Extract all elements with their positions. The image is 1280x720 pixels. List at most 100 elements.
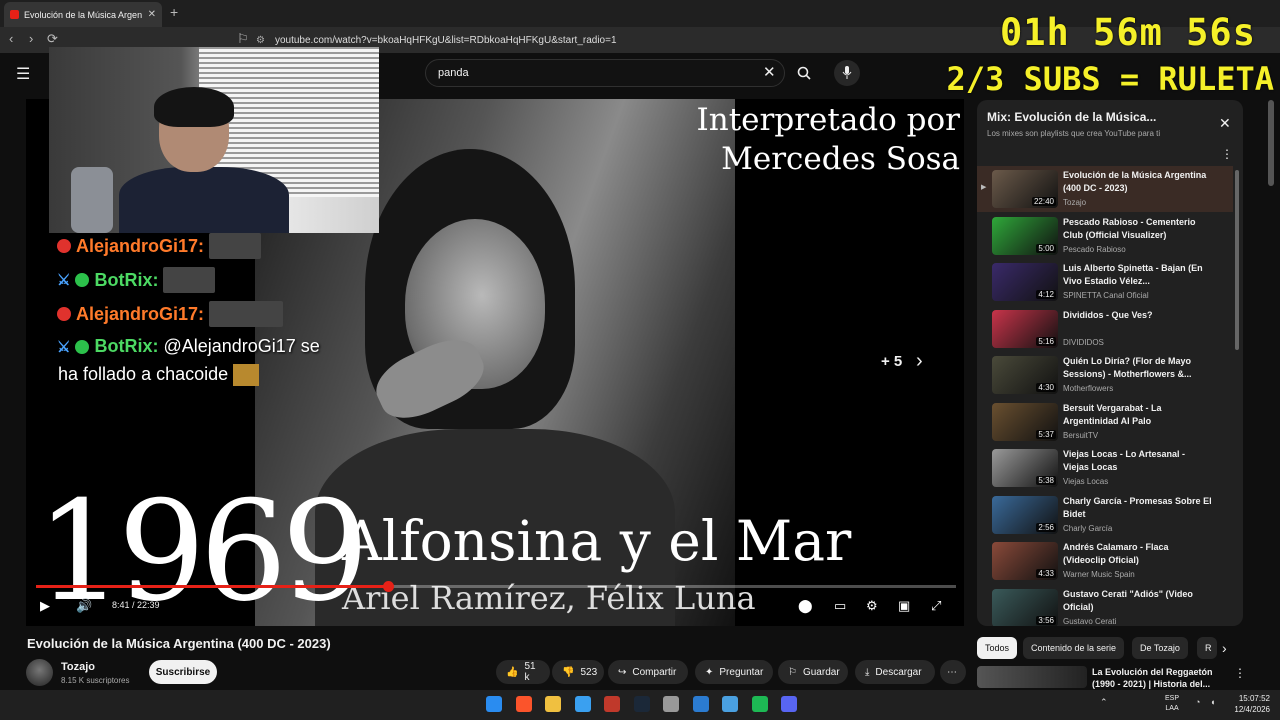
discord-icon[interactable] (781, 696, 797, 712)
playlist-item[interactable]: 5:16 Divididos - Que Ves? DIVIDIDOS (977, 306, 1233, 352)
share-icon: ↪ (618, 666, 627, 678)
download-button[interactable]: ⤓ Descargar (855, 660, 935, 684)
streamer-shirt (119, 167, 289, 233)
hamburger-menu-icon[interactable]: ☰ (16, 64, 30, 84)
github-icon[interactable] (663, 696, 679, 712)
verified-badge-icon (75, 273, 90, 287)
ccleaner-icon[interactable] (692, 696, 709, 712)
playlist-item-channel: Viejas Locas (1063, 477, 1109, 486)
more-actions-button[interactable]: ⋯ (940, 660, 966, 684)
new-tab-button[interactable]: + (170, 4, 178, 20)
playlist-item[interactable]: 5:38 Viejas Locas - Lo Artesanal - Viejas… (977, 445, 1233, 491)
page-scrollbar[interactable] (1268, 100, 1274, 186)
close-icon[interactable]: ✕ (1219, 115, 1231, 132)
recommended-title[interactable]: La Evolución del Reggaetón (1990 - 2021)… (1092, 666, 1222, 690)
download-icon: ⤓ (865, 666, 870, 678)
next-chevron-icon[interactable]: › (916, 350, 923, 373)
progress-bar[interactable] (36, 585, 956, 588)
song-title: Alfonsina y el Mar (342, 509, 852, 573)
playlist-thumbnail: 5:16 (992, 309, 1058, 348)
chip-series[interactable]: Contenido de la serie (1023, 637, 1125, 659)
folder-icon[interactable] (545, 696, 561, 712)
like-count: 51 k (524, 661, 536, 683)
playlist-item-channel: DIVIDIDOS (1063, 337, 1104, 347)
chat-text-continued: ha follado a chacoide (58, 364, 260, 387)
tray-chevron-icon[interactable]: ⌃ (1100, 697, 1108, 708)
chip-channel[interactable]: De Tozajo (1132, 637, 1188, 659)
captions-icon[interactable]: ▭ (834, 598, 846, 614)
channel-avatar[interactable] (26, 659, 53, 686)
system-clock[interactable]: 15:07:52 12/4/2026 (1234, 693, 1270, 715)
input-language[interactable]: ESP LAA (1165, 694, 1179, 714)
playlist-thumbnail: 5:38 (992, 449, 1058, 487)
user-badge-icon (57, 239, 71, 253)
recommended-thumbnail[interactable] (977, 666, 1087, 688)
playlist-item-title: Evolución de la Música Argentina (400 DC… (1063, 170, 1207, 193)
dislike-button[interactable]: 👎 523 (552, 660, 604, 684)
url-text: youtube.com/watch?v=bkoaHqHFKgU&list=RDb… (274, 34, 617, 46)
speaker-icon[interactable]: ◖ (1210, 697, 1215, 707)
save-button[interactable]: ⚐ Guardar (778, 660, 848, 684)
search-query: panda (438, 67, 469, 79)
spotify-icon[interactable] (751, 696, 768, 712)
back-icon[interactable]: ‹ (9, 31, 13, 46)
volume-icon[interactable]: 🔊 (76, 598, 92, 614)
fullscreen-icon[interactable]: ⤢ (931, 598, 941, 614)
windows-icon[interactable] (486, 696, 502, 712)
clock-time: 15:07:52 (1238, 694, 1270, 703)
video-duration: 22:40 (1031, 197, 1056, 206)
ask-button[interactable]: ✦ Preguntar (695, 660, 773, 684)
playlist-scrollbar[interactable] (1235, 170, 1239, 350)
search-button[interactable] (788, 59, 820, 87)
miniplayer-icon[interactable]: ▣ (898, 598, 910, 614)
playlist-item-title: Luis Alberto Spinetta - Bajan (En Vivo E… (1063, 263, 1203, 286)
chat-username: BotRix: (94, 269, 159, 290)
playlist-item[interactable]: 2:56 Charly García - Promesas Sobre El Bi… (977, 492, 1233, 538)
clock-date: 12/4/2026 (1234, 705, 1270, 714)
search-input[interactable]: panda (425, 59, 785, 87)
recommended-menu-icon[interactable]: ⋮ (1234, 666, 1246, 680)
wifi-icon[interactable]: ◔ (1195, 697, 1200, 707)
playlist-item-channel: Pescado Rabioso (1063, 244, 1126, 254)
playlist-item[interactable]: 5:00 Pescado Rabioso - Cementerio Club (O… (977, 213, 1233, 259)
autoplay-toggle-icon[interactable]: ⬤ (798, 598, 813, 614)
notepad-icon[interactable] (722, 696, 738, 712)
kebab-menu-icon[interactable]: ⋮ (1221, 147, 1233, 161)
share-button[interactable]: ↪ Compartir (608, 660, 688, 684)
chips-next-chevron-icon[interactable]: › (1222, 640, 1227, 656)
like-button[interactable]: 👍 51 k (496, 660, 550, 684)
playlist-item[interactable]: ▶ 22:40 Evolución de la Música Argentina (… (977, 166, 1233, 212)
chat-emote (233, 364, 260, 387)
browser-tab[interactable]: Evolución de la Música Argen ✕ (4, 2, 162, 27)
playlist-item-channel: SPINETTA Canal Oficial (1063, 291, 1149, 300)
calendar-icon[interactable] (604, 696, 620, 712)
bing-icon[interactable] (574, 696, 591, 712)
subscribe-button[interactable]: Suscribirse (149, 660, 217, 684)
playlist-item[interactable]: 4:33 Andrés Calamaro - Flaca (Videoclip O… (977, 538, 1233, 584)
thermos (71, 167, 113, 233)
reload-icon[interactable]: ⟳ (47, 31, 58, 47)
playlist-thumbnail: 3:56 (992, 588, 1058, 626)
chip-more[interactable]: R (1197, 637, 1217, 659)
brave-icon[interactable] (515, 696, 532, 712)
site-info-icon[interactable]: ⚙ (256, 35, 265, 46)
more-videos-count[interactable]: + 5 (881, 353, 902, 370)
video-title: Evolución de la Música Argentina (400 DC… (27, 636, 331, 651)
voice-search-button[interactable] (834, 60, 860, 86)
sparkle-icon: ✦ (705, 666, 714, 678)
forward-icon[interactable]: › (29, 31, 33, 46)
playlist-item[interactable]: 4:12 Luis Alberto Spinetta - Bajan (En Vi… (977, 259, 1233, 305)
playlist-item[interactable]: 4:30 Quién Lo Diría? (Flor de Mayo Sessio… (977, 352, 1233, 398)
settings-gear-icon[interactable]: ⚙ (866, 598, 878, 614)
channel-name[interactable]: Tozajo (61, 661, 95, 673)
caption-line-1: Interpretado por (696, 102, 960, 138)
steam-icon[interactable] (633, 696, 650, 712)
playlist-item[interactable]: 5:37 Bersuit Vergarabat - La Argentinidad… (977, 399, 1233, 445)
clear-search-icon[interactable]: ✕ (763, 63, 776, 81)
play-icon[interactable]: ▶ (40, 598, 50, 614)
chip-todos[interactable]: Todos (977, 637, 1018, 659)
thumbs-up-icon: 👍 (506, 666, 519, 678)
playlist-item[interactable]: 3:56 Gustavo Cerati "Adiós" (Video Oficia… (977, 585, 1233, 626)
bookmark-icon[interactable]: ⚐ (237, 31, 249, 47)
tab-close-icon[interactable]: ✕ (148, 9, 156, 20)
